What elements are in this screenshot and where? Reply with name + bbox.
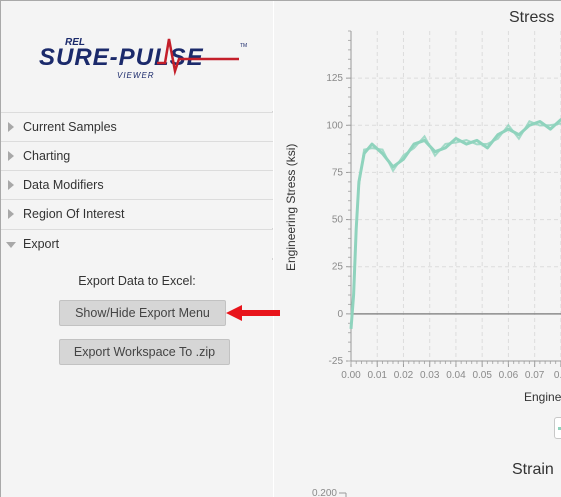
accordion-region-of-interest[interactable]: Region Of Interest — [1, 199, 273, 228]
x-tick-label: 0.01 — [368, 370, 388, 381]
chart-title: Stress — [509, 9, 555, 26]
export-workspace-zip-button[interactable]: Export Workspace To .zip — [59, 339, 230, 365]
accordion-label: Charting — [23, 149, 71, 163]
export-title: Export Data to Excel: — [78, 274, 196, 288]
chevron-right-icon — [8, 122, 14, 132]
x-tick-label: 0.00 — [341, 370, 361, 381]
strain-y-tick-label: 0.200 — [312, 488, 337, 497]
legend — [554, 417, 561, 439]
logo-area: REL SURE-PULSE TM VIEWER — [1, 1, 273, 111]
x-axis-label: Engine — [524, 390, 561, 404]
chart-area: 125 100 75 50 25 0 -25 0.00 0.01 0.02 0.03 0.04 0.05… — [274, 1, 561, 497]
x-tick-label: 0.02 — [394, 370, 414, 381]
x-tick-label: 0.07 — [525, 370, 545, 381]
sidebar: REL SURE-PULSE TM VIEWER Current Samples… — [1, 1, 273, 497]
accordion-charting[interactable]: Charting — [1, 141, 273, 170]
x-tick-label: 0.03 — [420, 370, 440, 381]
svg-text:VIEWER: VIEWER — [117, 71, 155, 80]
show-hide-export-menu-button[interactable]: Show/Hide Export Menu — [59, 300, 226, 326]
accordion-data-modifiers[interactable]: Data Modifiers — [1, 170, 273, 199]
y-tick-label: -25 — [329, 356, 344, 367]
accordion-label: Data Modifiers — [23, 178, 104, 192]
y-tick-label: 75 — [332, 167, 344, 178]
x-tick-label: 0.0 — [554, 370, 561, 381]
x-tick-label: 0.05 — [472, 370, 492, 381]
strain-chart-title: Strain — [512, 461, 554, 478]
chevron-down-icon — [6, 242, 16, 248]
accordion-label: Export — [23, 237, 60, 251]
accordion-export[interactable]: Export — [1, 229, 273, 258]
chevron-right-icon — [8, 151, 14, 161]
red-arrow-annotation — [226, 305, 280, 321]
x-tick-label: 0.04 — [446, 370, 466, 381]
accordion-label: Region Of Interest — [23, 207, 125, 221]
sure-pulse-logo: REL SURE-PULSE TM VIEWER — [39, 37, 247, 80]
y-tick-label: 100 — [326, 120, 343, 131]
chevron-right-icon — [8, 209, 14, 219]
y-tick-label: 50 — [332, 215, 344, 226]
stress-chart: 125 100 75 50 25 0 -25 0.00 0.01 0.02 0.03 0.04 0.05… — [312, 30, 561, 497]
y-axis-label: Engineering Stress (ksi) — [284, 143, 298, 271]
export-panel: Export Data to Excel: Show/Hide Export M… — [1, 260, 273, 497]
chevron-right-icon — [8, 180, 14, 190]
accordion-label: Current Samples — [23, 120, 117, 134]
svg-text:TM: TM — [240, 43, 247, 49]
x-tick-label: 0.06 — [499, 370, 519, 381]
accordion-current-samples[interactable]: Current Samples — [1, 112, 273, 141]
y-tick-label: 125 — [326, 73, 343, 84]
stress-series-noise — [357, 120, 561, 187]
y-tick-label: 25 — [332, 262, 344, 273]
svg-text:SURE-PULSE: SURE-PULSE — [39, 44, 204, 71]
y-tick-label: 0 — [337, 309, 343, 320]
